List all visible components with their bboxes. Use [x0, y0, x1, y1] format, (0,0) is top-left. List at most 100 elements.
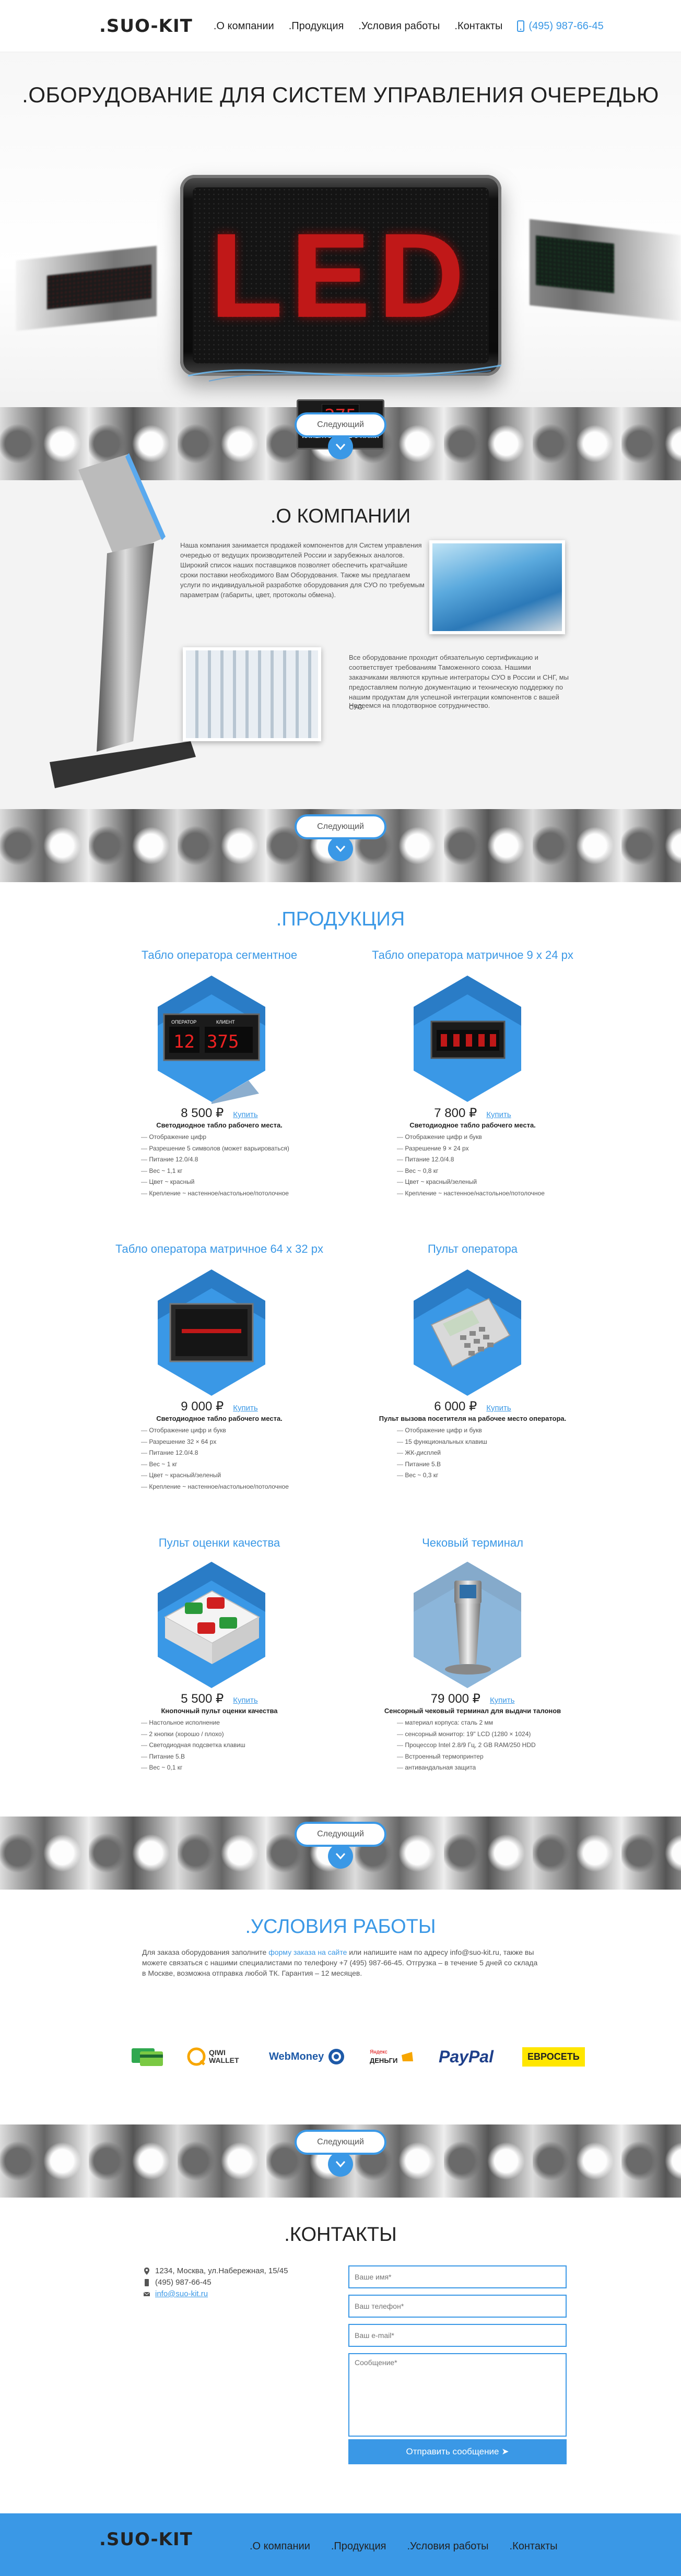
feature-item: 15 функциональных клавиш — [397, 1437, 487, 1448]
feature-item: Отображение цифр — [141, 1132, 289, 1143]
product-price: 9 000 ₽ — [181, 1399, 224, 1414]
next-button[interactable]: Следующий — [295, 412, 386, 437]
feature-item: Крепление ~ настенное/настольное/потолоч… — [141, 1481, 289, 1493]
arrow-down-icon[interactable] — [328, 836, 353, 861]
feature-item: Цвет ~ красный/зеленый — [397, 1177, 545, 1188]
nav-products[interactable]: .Продукция — [289, 20, 344, 32]
footer-nav: .О компании .Продукция .Условия работы .… — [250, 2541, 578, 2553]
feature-item: Вес ~ 1,1 кг — [141, 1166, 289, 1177]
product-name: Табло оператора сегментное — [141, 948, 298, 961]
product-subtitle: Кнопочный пульт оценки качества — [161, 1707, 278, 1715]
contacts-section: .КОНТАКТЫ 1234, Москва, ул.Набережная, 1… — [0, 2198, 681, 2513]
feature-item: Крепление ~ настенное/настольное/потолоч… — [397, 1188, 545, 1200]
footer-nav-terms[interactable]: .Условия работы — [407, 2541, 488, 2553]
buy-link[interactable]: Купить — [233, 1404, 257, 1412]
buy-link[interactable]: Купить — [486, 1110, 511, 1119]
phone-input[interactable] — [348, 2295, 567, 2318]
feature-item: Вес ~ 1 кг — [141, 1459, 289, 1470]
about-title: .О КОМПАНИИ — [270, 505, 411, 527]
logo[interactable]: .SUO-KIT — [99, 16, 193, 37]
contacts-title: .КОНТАКТЫ — [284, 2224, 397, 2246]
product-subtitle: Пульт вызова посетителя на рабочее место… — [379, 1415, 567, 1422]
arrow-down-icon[interactable] — [328, 1844, 353, 1869]
side-led-left — [16, 245, 157, 331]
nav-contacts[interactable]: .Контакты — [454, 20, 502, 32]
product-features: Настольное исполнение 2 кнопки (хорошо /… — [141, 1717, 245, 1774]
phone-text: (495) 987-66-45 — [529, 20, 604, 32]
product-screen-label: ОПЕРАТОР — [171, 1019, 196, 1025]
buy-link[interactable]: Купить — [233, 1696, 257, 1705]
feature-item: Отображение цифр и букв — [397, 1132, 545, 1143]
feature-item: Вес ~ 0,3 кг — [397, 1470, 487, 1481]
product-screen-label: КЛИЕНТ — [216, 1019, 235, 1025]
address-text: 1234, Москва, ул.Набережная, 15/45 — [155, 2266, 288, 2275]
feature-item: Питание 5.В — [397, 1459, 487, 1470]
hero-title: .ОБОРУДОВАНИЕ ДЛЯ СИСТЕМ УПРАВЛЕНИЯ ОЧЕР… — [22, 82, 659, 107]
feature-item: Светодиодная подсветка клавиш — [141, 1740, 245, 1751]
footer-nav-about[interactable]: .О компании — [250, 2541, 310, 2553]
email-input[interactable] — [348, 2324, 567, 2347]
terms-title: .УСЛОВИЯ РАБОТЫ — [245, 1916, 436, 1938]
arrow-down-icon[interactable] — [328, 2152, 353, 2177]
main-nav: .О компании .Продукция .Условия работы .… — [214, 20, 517, 32]
feature-item: ЖК-дисплей — [397, 1447, 487, 1459]
next-button[interactable]: Следующий — [295, 2130, 386, 2155]
photo-terminals — [429, 540, 565, 634]
next-button[interactable]: Следующий — [295, 1822, 386, 1847]
product-price: 5 500 ₽ — [181, 1692, 224, 1706]
feature-item: Вес ~ 0,8 кг — [397, 1166, 545, 1177]
footer-nav-contacts[interactable]: .Контакты — [510, 2541, 558, 2553]
phone-icon — [145, 2279, 149, 2286]
feature-item: Цвет ~ красный/зеленый — [141, 1470, 289, 1481]
feature-item: 2 кнопки (хорошо / плохо) — [141, 1729, 245, 1740]
arrow-down-icon[interactable] — [328, 434, 353, 459]
nav-about[interactable]: .О компании — [214, 20, 274, 32]
product-hexagon-image: ОПЕРАТОР КЛИЕНТ 12 375 — [158, 976, 265, 1104]
light-wave — [188, 364, 501, 382]
qiwi-logo: QIWI WALLET — [187, 2044, 239, 2070]
product-name: Табло оператора матричное 64 х 32 px — [115, 1242, 323, 1255]
order-form-link[interactable]: форму заказа на сайте — [268, 1948, 347, 1956]
buy-link[interactable]: Купить — [486, 1404, 511, 1412]
products-section: .ПРОДУКЦИЯ Табло оператора сегментное ОП… — [0, 882, 681, 1817]
led-panel-image: LED — [180, 175, 501, 376]
message-textarea[interactable] — [348, 2353, 567, 2437]
product-hexagon-image — [414, 1269, 521, 1396]
product-features: Отображение цифр и букв Разрешение 9 × 2… — [397, 1132, 545, 1199]
feature-item: материал корпуса: сталь 2 мм — [397, 1717, 536, 1729]
header-phone[interactable]: (495) 987-66-45 — [517, 20, 604, 32]
product-features: материал корпуса: сталь 2 мм сенсорный м… — [397, 1717, 536, 1774]
product-name: Чековый терминал — [422, 1536, 523, 1549]
product-price: 79 000 ₽ — [430, 1692, 480, 1706]
next-button[interactable]: Следующий — [295, 814, 386, 839]
nav-terms[interactable]: .Условия работы — [358, 20, 440, 32]
product-screen-value: 375 — [207, 1031, 239, 1052]
contact-info: 1234, Москва, ул.Набережная, 15/45 (495)… — [144, 2265, 288, 2300]
product-name: Пульт оператора — [427, 1242, 518, 1255]
feature-item: Питание 12.0/4.8 — [141, 1154, 289, 1166]
feature-item: Разрешение 9 × 24 px — [397, 1143, 545, 1155]
header: .SUO-KIT .О компании .Продукция .Условия… — [0, 0, 681, 52]
feature-item: Питание 5.В — [141, 1751, 245, 1763]
feature-item: Встроенный термопринтер — [397, 1751, 536, 1763]
product-features: Отображение цифр Разрешение 5 символов (… — [141, 1132, 289, 1199]
product-subtitle: Сенсорный чековый терминал для выдачи та… — [384, 1707, 561, 1715]
product-subtitle: Светодиодное табло рабочего места. — [156, 1415, 283, 1422]
product-subtitle: Светодиодное табло рабочего места. — [156, 1121, 283, 1129]
euroset-logo: ЕВРОСЕТЬ — [522, 2044, 585, 2070]
feature-item: Питание 12.0/4.8 — [397, 1154, 545, 1166]
buy-link[interactable]: Купить — [233, 1110, 257, 1119]
footer-nav-products[interactable]: .Продукция — [331, 2541, 386, 2553]
email-link[interactable]: info@suo-kit.ru — [155, 2288, 208, 2300]
buy-link[interactable]: Купить — [490, 1696, 514, 1705]
footer-logo[interactable]: .SUO-KIT — [99, 2529, 193, 2550]
feature-item: Отображение цифр и букв — [141, 1425, 289, 1437]
hero: .ОБОРУДОВАНИЕ ДЛЯ СИСТЕМ УПРАВЛЕНИЯ ОЧЕР… — [0, 52, 681, 449]
separator-band: Следующий — [0, 1817, 681, 1890]
terms-section: .УСЛОВИЯ РАБОТЫ Для заказа оборудования … — [0, 1890, 681, 2124]
product-price: 6 000 ₽ — [434, 1399, 477, 1414]
about-section: .О КОМПАНИИ Наша компания занимается про… — [0, 453, 681, 809]
phone-text[interactable]: (495) 987-66-45 — [155, 2277, 212, 2288]
send-message-button[interactable]: Отправить сообщение ➤ — [348, 2439, 567, 2464]
name-input[interactable] — [348, 2265, 567, 2288]
